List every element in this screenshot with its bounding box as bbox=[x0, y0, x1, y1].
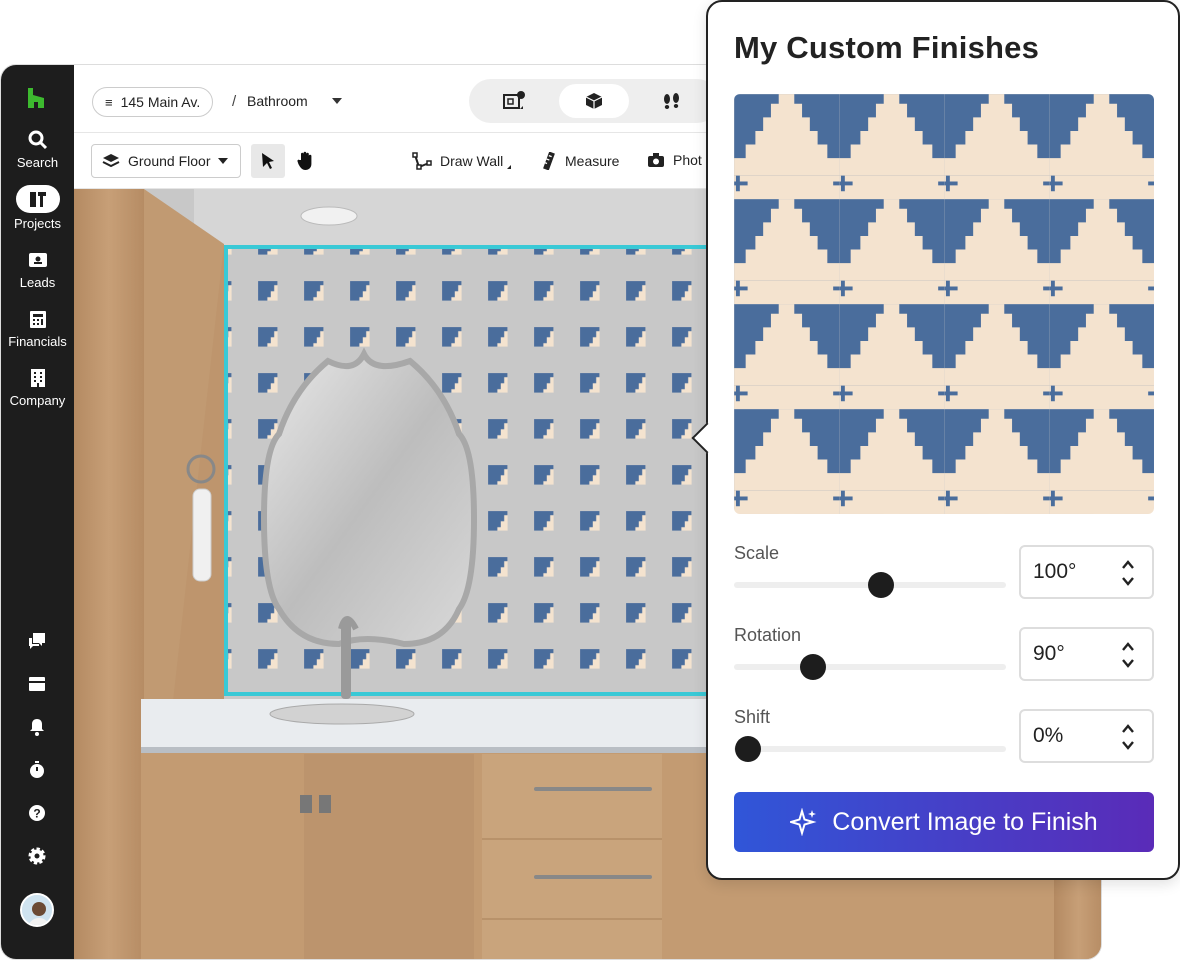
measure-label: Measure bbox=[565, 153, 620, 169]
scale-label: Scale bbox=[734, 543, 780, 563]
draw-wall-icon bbox=[412, 152, 432, 170]
houzz-logo-icon[interactable] bbox=[25, 87, 47, 109]
projects-icon bbox=[29, 192, 46, 207]
draw-wall-tool[interactable]: Draw Wall bbox=[412, 152, 512, 170]
sidebar-item-company[interactable]: Company bbox=[1, 367, 74, 408]
scale-slider[interactable] bbox=[734, 572, 1006, 598]
tab-floorplan[interactable] bbox=[479, 84, 549, 118]
tile-pattern-image bbox=[734, 94, 1154, 514]
submenu-corner-icon bbox=[507, 165, 512, 169]
floorplan-icon bbox=[503, 91, 525, 109]
leads-icon bbox=[28, 253, 47, 267]
sidebar: Search Projects Leads Financials Company… bbox=[1, 65, 74, 959]
timer-icon[interactable] bbox=[27, 760, 47, 780]
sidebar-item-label: Company bbox=[9, 393, 66, 408]
help-icon[interactable]: ? bbox=[27, 803, 47, 823]
menu-lines-icon: ≡ bbox=[105, 94, 113, 110]
rotation-slider-knob[interactable] bbox=[799, 654, 826, 680]
rotation-slider[interactable] bbox=[734, 654, 1006, 680]
draw-wall-label: Draw Wall bbox=[440, 153, 504, 169]
shift-value: 0% bbox=[1033, 724, 1064, 747]
ruler-icon bbox=[543, 152, 555, 170]
sidebar-item-label: Financials bbox=[8, 334, 67, 349]
sidebar-item-label: Search bbox=[16, 155, 59, 170]
room-name[interactable]: Bathroom bbox=[247, 93, 308, 109]
select-tool-button[interactable] bbox=[251, 144, 285, 178]
chevron-down-icon bbox=[218, 158, 229, 164]
pan-tool-button[interactable] bbox=[290, 144, 320, 178]
company-icon bbox=[30, 369, 45, 387]
bell-icon[interactable] bbox=[27, 717, 47, 737]
layers-icon bbox=[102, 154, 120, 168]
stepper-arrows-icon[interactable] bbox=[1120, 721, 1136, 753]
walk-footsteps-icon bbox=[664, 93, 679, 109]
stepper-arrows-icon[interactable] bbox=[1120, 557, 1136, 589]
custom-finishes-panel: My Custom Finishes Scale 100° Rotation 9… bbox=[691, 0, 1180, 880]
finish-swatch-preview[interactable] bbox=[734, 94, 1154, 514]
scale-stepper[interactable]: 100° bbox=[1019, 545, 1154, 599]
floor-select-label: Ground Floor bbox=[128, 153, 211, 169]
gear-icon[interactable] bbox=[27, 846, 47, 866]
view-mode-tabs bbox=[469, 79, 719, 123]
scale-slider-knob[interactable] bbox=[867, 572, 894, 598]
cursor-arrow-icon bbox=[262, 153, 274, 169]
shift-label: Shift bbox=[734, 707, 771, 727]
project-address-pill[interactable]: ≡ 145 Main Av. bbox=[92, 87, 214, 117]
sidebar-item-financials[interactable]: Financials bbox=[1, 308, 74, 349]
shift-stepper[interactable]: 0% bbox=[1019, 709, 1154, 763]
scale-value: 100° bbox=[1033, 560, 1077, 583]
sidebar-item-label: Leads bbox=[19, 275, 56, 290]
panel-title: My Custom Finishes bbox=[734, 30, 1040, 65]
sidebar-item-label: Projects bbox=[14, 216, 61, 231]
rotation-label: Rotation bbox=[734, 625, 802, 645]
3d-box-icon bbox=[585, 93, 603, 109]
rotation-stepper[interactable]: 90° bbox=[1019, 627, 1154, 681]
hand-icon bbox=[297, 151, 312, 170]
sidebar-item-leads[interactable]: Leads bbox=[1, 249, 74, 290]
breadcrumb-separator: / bbox=[232, 93, 237, 110]
inbox-icon[interactable] bbox=[27, 674, 47, 694]
search-icon bbox=[28, 130, 47, 150]
rotation-value: 90° bbox=[1033, 642, 1065, 665]
project-address: 145 Main Av. bbox=[120, 94, 201, 110]
sidebar-item-search[interactable]: Search bbox=[1, 129, 74, 170]
convert-image-button[interactable]: Convert Image to Finish bbox=[734, 792, 1154, 852]
stepper-arrows-icon[interactable] bbox=[1120, 639, 1136, 671]
shift-slider[interactable] bbox=[734, 736, 1006, 762]
convert-button-label: Convert Image to Finish bbox=[832, 807, 1098, 836]
financials-icon bbox=[29, 311, 46, 328]
avatar[interactable] bbox=[20, 893, 54, 927]
sidebar-item-projects[interactable]: Projects bbox=[1, 185, 74, 231]
user-avatar-icon bbox=[22, 895, 52, 925]
chat-icon[interactable] bbox=[27, 631, 47, 651]
projects-icon-wrap bbox=[15, 185, 60, 213]
room-dropdown-icon[interactable] bbox=[332, 98, 342, 104]
tab-walkthrough[interactable] bbox=[637, 84, 707, 118]
photo-label: Phot bbox=[673, 152, 702, 168]
tab-3d[interactable] bbox=[559, 84, 629, 118]
measure-tool[interactable]: Measure bbox=[541, 152, 619, 170]
svg-text:?: ? bbox=[33, 807, 40, 821]
photo-tool[interactable]: Phot bbox=[647, 152, 702, 168]
floor-select[interactable]: Ground Floor bbox=[91, 144, 241, 178]
shift-slider-knob[interactable] bbox=[734, 736, 761, 762]
camera-icon bbox=[648, 153, 664, 167]
sparkle-icon bbox=[790, 808, 817, 836]
